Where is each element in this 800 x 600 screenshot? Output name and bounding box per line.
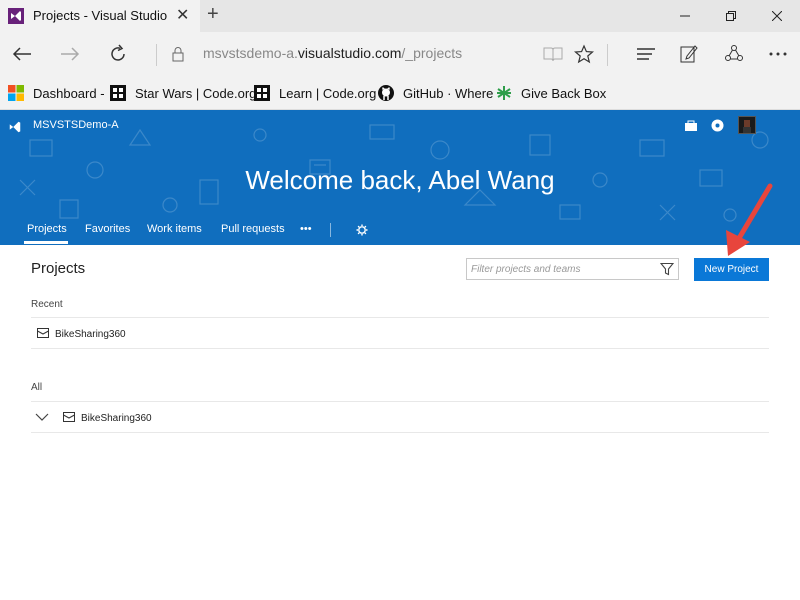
favorite-learn-code-org[interactable]: Learn | Code.org <box>254 84 376 102</box>
hub-nav-pull-requests[interactable]: Pull requests <box>221 223 285 235</box>
code-org-icon <box>254 85 270 101</box>
hub-nav-work-items[interactable]: Work items <box>147 223 202 235</box>
welcome-message: Welcome back, Abel Wang <box>245 165 555 195</box>
divider <box>31 348 769 349</box>
marketplace-icon[interactable] <box>684 119 698 137</box>
project-name[interactable]: BikeSharing360 <box>81 413 152 424</box>
help-icon[interactable] <box>711 119 724 137</box>
favorite-label: Star Wars | Code.org <box>135 85 257 101</box>
all-project-row[interactable]: BikeSharing360 <box>35 412 152 425</box>
favorite-give-back-box[interactable]: Give Back Box <box>496 84 606 102</box>
tab-close-icon[interactable]: ✕ <box>176 5 189 25</box>
hub-icon[interactable] <box>630 38 662 70</box>
close-window-icon[interactable] <box>754 0 800 32</box>
give-back-box-icon <box>496 85 512 101</box>
windows-logo-icon <box>8 85 24 101</box>
favorite-dashboard[interactable]: Dashboard - <box>8 84 105 102</box>
divider <box>31 401 769 402</box>
recent-project-row[interactable]: BikeSharing360 <box>37 328 126 341</box>
restore-icon[interactable] <box>708 0 754 32</box>
favorite-label: Give Back Box <box>521 85 607 101</box>
project-icon <box>37 328 49 341</box>
address-toolbar: msvstsdemo-a.visualstudio.com/_projects <box>0 32 800 76</box>
more-options-icon[interactable] <box>762 38 794 70</box>
nav-divider <box>330 223 331 237</box>
favorite-star-wars-code-org[interactable]: Star Wars | Code.org <box>110 84 256 102</box>
hub-nav-projects[interactable]: Projects <box>27 223 67 235</box>
favorite-label: Dashboard - <box>33 85 105 101</box>
tab-title: Projects - Visual Studio <box>33 8 168 23</box>
filter-input[interactable] <box>467 259 657 279</box>
github-icon <box>378 85 394 101</box>
visual-studio-icon <box>8 8 24 24</box>
code-org-icon <box>110 85 126 101</box>
favorite-label: Learn | Code.org <box>279 85 377 101</box>
favorite-star-icon[interactable] <box>568 38 600 70</box>
user-avatar[interactable] <box>738 116 756 134</box>
visual-studio-logo-icon[interactable] <box>8 120 22 139</box>
new-tab-icon[interactable]: + <box>207 3 219 26</box>
favorites-bar: Dashboard - Star Wars | Code.org Learn |… <box>0 76 800 110</box>
vsts-header: MSVSTSDemo-A Welcome back, Abel Wang Pro… <box>0 110 800 245</box>
hub-nav-more[interactable]: ••• <box>300 223 312 235</box>
toolbar-divider <box>156 44 157 66</box>
settings-gear-icon[interactable] <box>356 223 368 241</box>
browser-tab[interactable]: Projects - Visual Studio ✕ <box>0 0 200 32</box>
new-project-button[interactable]: New Project <box>694 258 769 281</box>
project-icon <box>63 412 75 425</box>
all-section-label: All <box>31 382 43 393</box>
page-title: Projects <box>31 260 86 277</box>
reading-view-icon[interactable] <box>537 38 569 70</box>
active-nav-indicator <box>24 241 68 244</box>
annotation-arrow <box>726 183 773 256</box>
lock-icon <box>162 38 194 70</box>
chevron-down-icon[interactable] <box>35 413 49 424</box>
back-icon[interactable] <box>6 38 38 70</box>
hub-nav-favorites[interactable]: Favorites <box>85 223 130 235</box>
filter-funnel-icon[interactable] <box>659 262 675 281</box>
toolbar-divider <box>607 44 608 66</box>
share-icon[interactable] <box>718 38 750 70</box>
filter-box[interactable] <box>466 258 679 280</box>
project-name[interactable]: BikeSharing360 <box>55 329 126 340</box>
browser-title-bar: Projects - Visual Studio ✕ + <box>0 0 800 32</box>
recent-section-label: Recent <box>31 299 63 310</box>
url-field[interactable]: msvstsdemo-a.visualstudio.com/_projects <box>203 45 462 61</box>
forward-icon[interactable] <box>54 38 86 70</box>
web-note-icon[interactable] <box>673 38 705 70</box>
favorite-label: GitHub · Where <box>403 85 494 101</box>
minimize-icon[interactable] <box>662 0 708 32</box>
divider <box>31 432 769 433</box>
account-name[interactable]: MSVSTSDemo-A <box>33 119 119 131</box>
refresh-icon[interactable] <box>102 38 134 70</box>
divider <box>31 317 769 318</box>
favorite-github[interactable]: GitHub · Where <box>378 84 493 102</box>
